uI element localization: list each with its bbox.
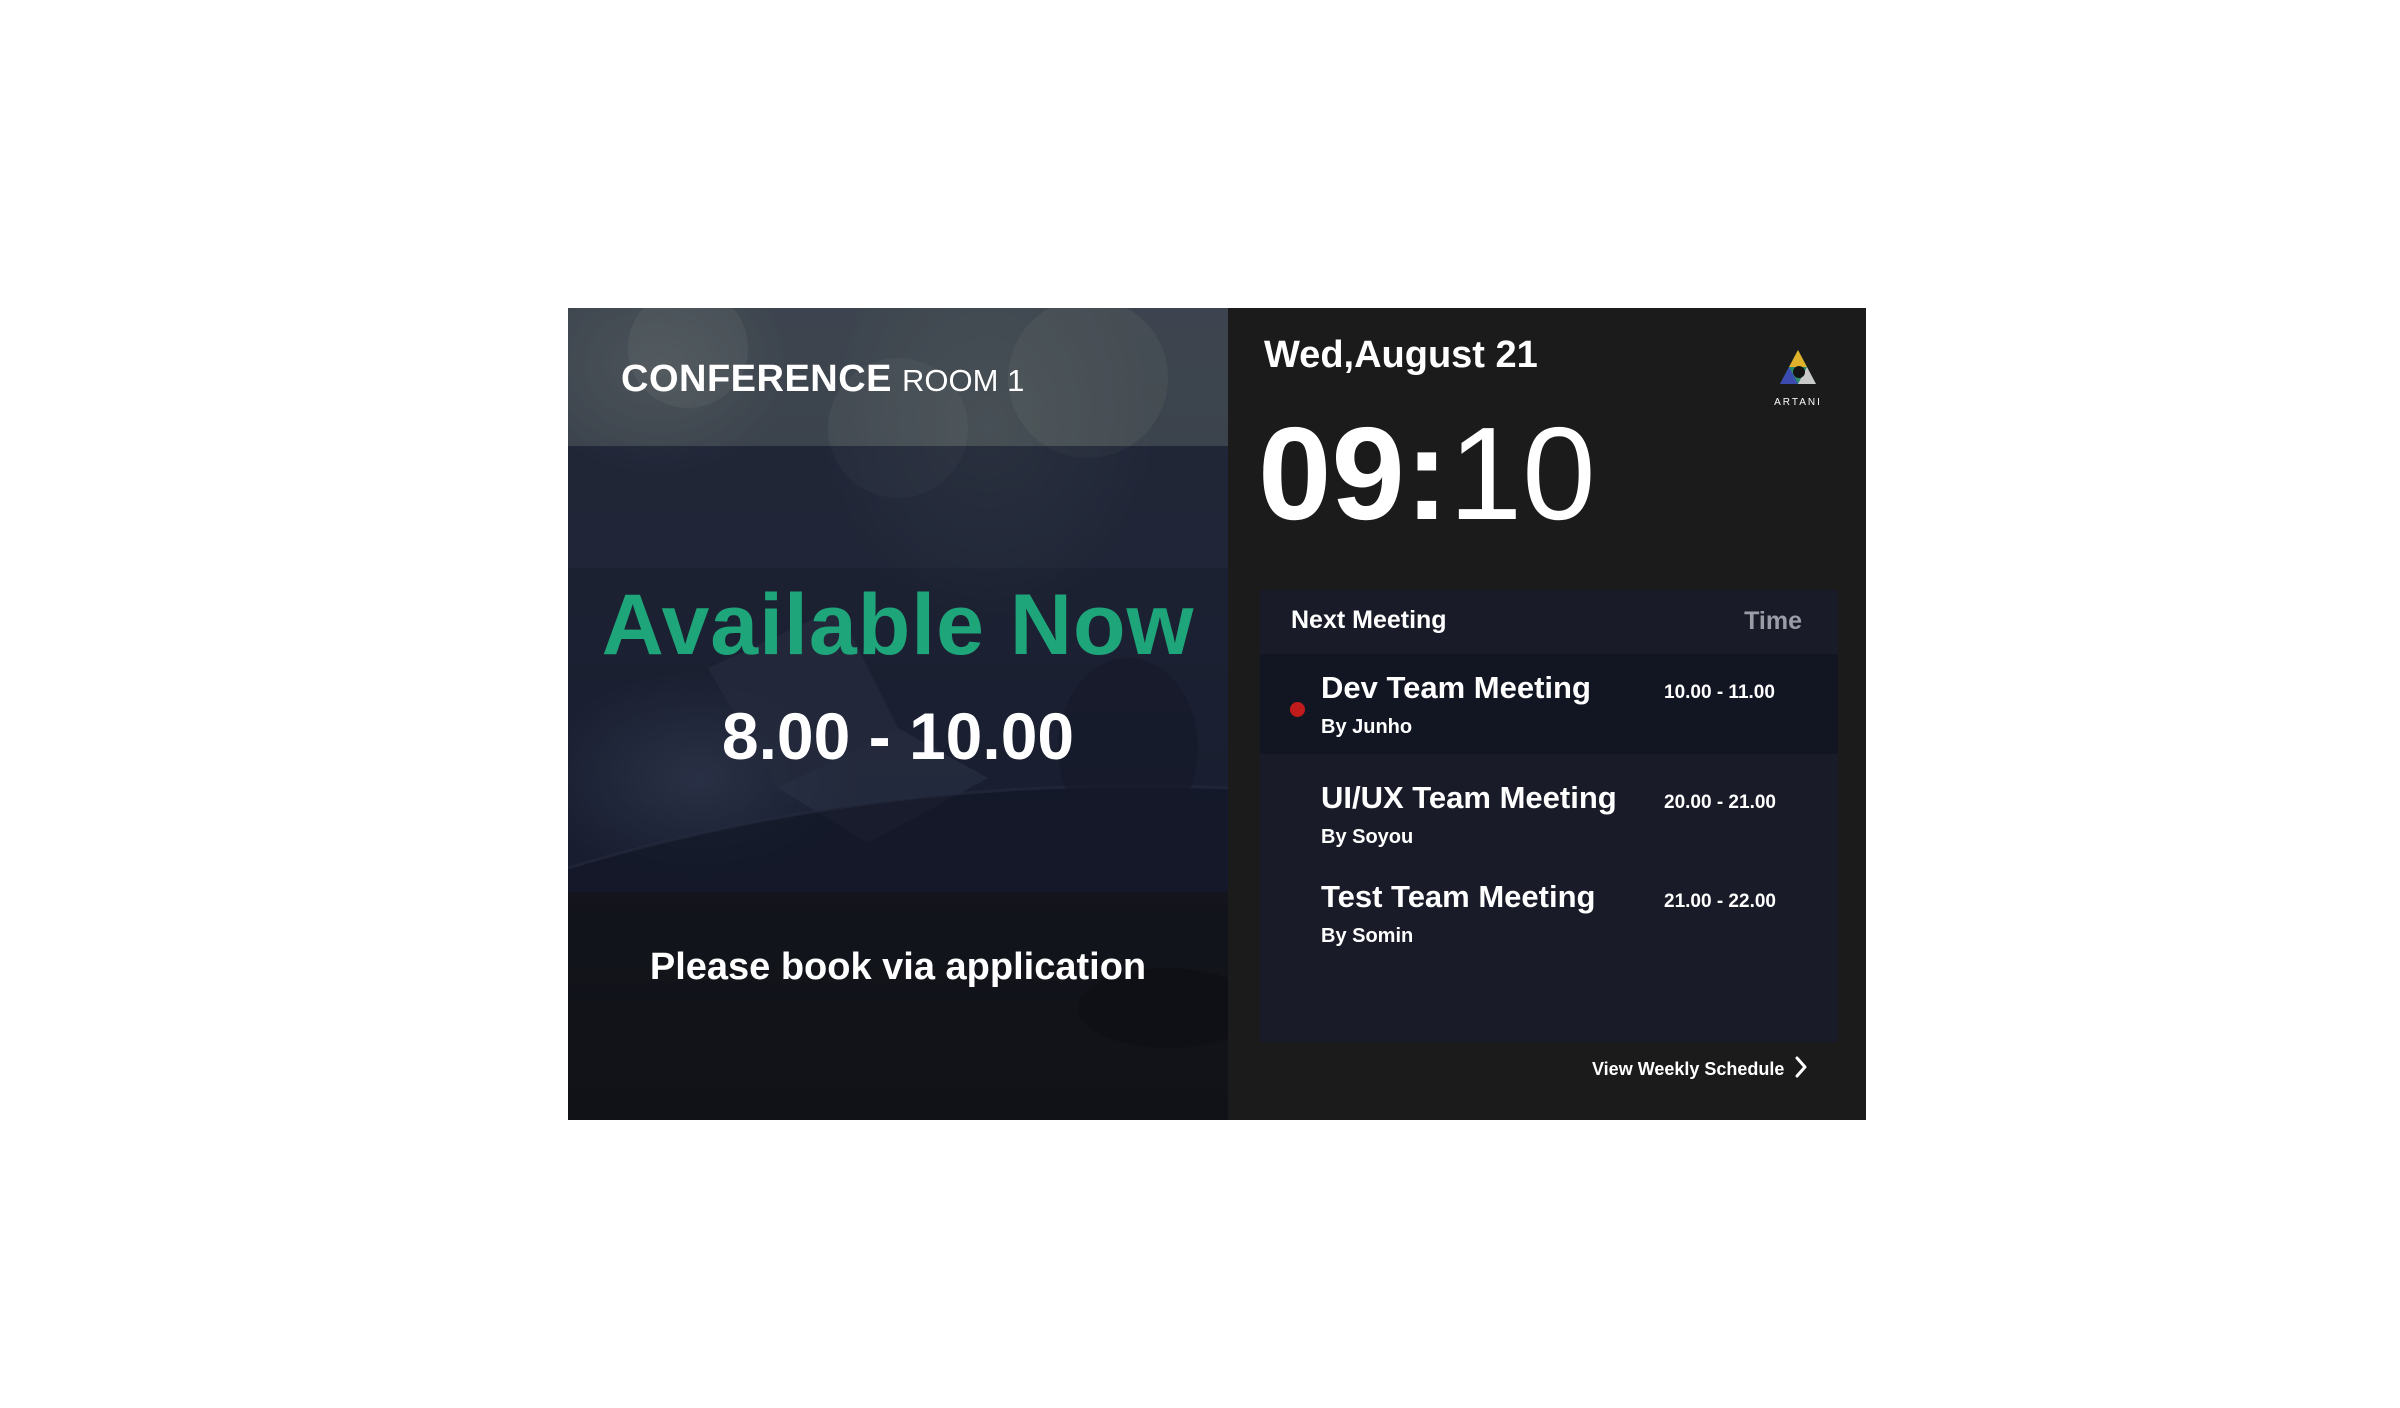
meeting-title: UI/UX Team Meeting (1321, 780, 1617, 815)
room-name-light: ROOM 1 (902, 363, 1025, 398)
meetings-title: Next Meeting (1291, 606, 1447, 634)
room-display-screen: CONFERENCE ROOM 1 Available Now 8.00 - 10… (568, 308, 1866, 1120)
meeting-time: 10.00 - 11.00 (1664, 682, 1775, 703)
clock-hours: 09 (1258, 400, 1405, 547)
booking-instruction: Please book via application (649, 946, 1147, 988)
view-weekly-schedule-link[interactable]: View Weekly Schedule (1592, 1056, 1808, 1083)
room-title: CONFERENCE ROOM 1 (621, 358, 1024, 401)
cta-band (568, 892, 1228, 1120)
room-name-strong: CONFERENCE (621, 358, 893, 400)
available-time-slot: 8.00 - 10.00 (721, 699, 1075, 773)
artani-logo: ARTANI (1768, 348, 1848, 408)
meetings-header: Next Meeting Time (1260, 590, 1838, 654)
logo-text: ARTANI (1774, 397, 1822, 408)
current-meeting-indicator (1290, 702, 1305, 717)
meeting-organizer: By Somin (1321, 925, 1414, 947)
time-column-header: Time (1744, 607, 1802, 635)
weekly-link-label: View Weekly Schedule (1592, 1059, 1785, 1079)
next-meetings-card: Next Meeting Time Dev Team Meeting By Ju… (1260, 590, 1838, 1042)
meeting-organizer: By Soyou (1321, 826, 1414, 848)
meeting-row-test-team[interactable]: Test Team Meeting By Somin 21.00 - 22.00 (1260, 863, 1838, 963)
current-date: Wed,August 21 (1264, 334, 1538, 376)
meeting-organizer: By Junho (1321, 716, 1413, 738)
meeting-row-dev-team[interactable]: Dev Team Meeting By Junho 10.00 - 11.00 (1260, 654, 1838, 754)
schedule-panel: Wed,August 21 ARTANI 09:10 Next Meeting … (1228, 308, 1866, 1120)
meeting-title: Dev Team Meeting (1321, 670, 1591, 705)
meeting-title: Test Team Meeting (1321, 879, 1596, 914)
meeting-time: 20.00 - 21.00 (1664, 792, 1776, 813)
current-time: 09:10 (1258, 408, 1596, 540)
meeting-time: 21.00 - 22.00 (1664, 891, 1776, 912)
clock-minutes: 10 (1448, 400, 1596, 547)
chevron-right-icon (1794, 1056, 1808, 1083)
clock-separator: : (1404, 400, 1449, 547)
artani-logo-icon (1780, 350, 1816, 384)
meeting-row-uiux-team[interactable]: UI/UX Team Meeting By Soyou 20.00 - 21.0… (1260, 764, 1838, 864)
availability-status: Available Now (601, 577, 1195, 673)
room-status-panel: CONFERENCE ROOM 1 Available Now 8.00 - 10… (568, 308, 1228, 1120)
